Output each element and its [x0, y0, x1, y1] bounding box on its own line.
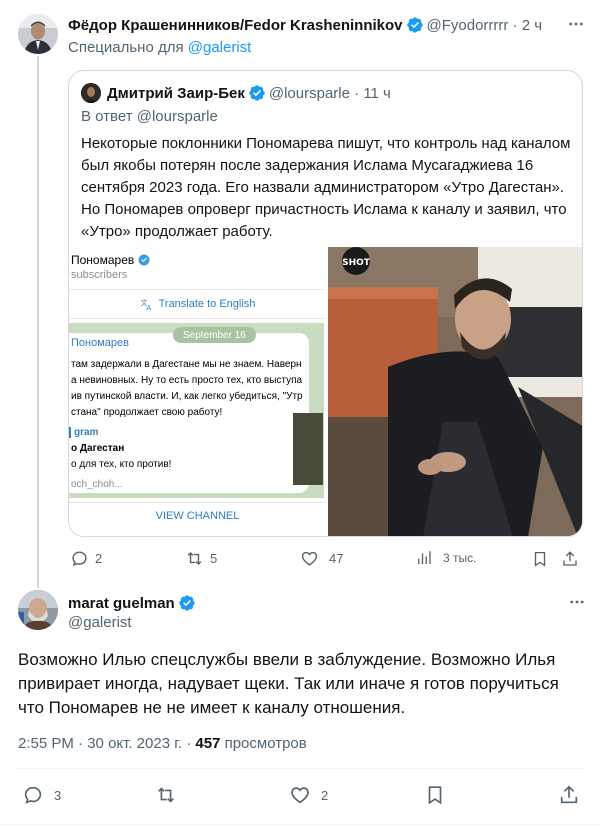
exclusive-prefix: Специально для [68, 39, 188, 56]
reply-actions: 3 2 [0, 782, 600, 808]
photo-watermark: SHOT [342, 258, 371, 268]
reply-prefix: В ответ [81, 108, 137, 125]
tg-line-3: ив путинской власти. И, как легко убедит… [71, 391, 303, 402]
like-count: 2 [321, 787, 329, 803]
bottom-divider [0, 824, 600, 825]
reply-target[interactable]: @loursparle [137, 108, 218, 125]
reply-button[interactable]: 3 [22, 784, 61, 806]
share-icon [561, 550, 579, 568]
tg-message: Пономарев там задержали в Дагестане мы н… [69, 333, 309, 493]
reply-icon [22, 784, 44, 806]
reply-author-handle[interactable]: @galerist [68, 614, 132, 631]
svg-text:A: A [146, 304, 151, 311]
reply-icon [70, 549, 89, 568]
quote-header: Дмитрий Заир-Бек @loursparle · 11 ч [81, 83, 391, 103]
verified-badge-icon [406, 16, 424, 34]
repost-icon [155, 784, 177, 806]
exclusive-target-link[interactable]: @galerist [188, 39, 252, 56]
tg-forward-title: о Дагестан [71, 443, 125, 454]
share-icon [558, 784, 580, 806]
header-dot: · [508, 16, 522, 34]
avatar-fedor[interactable] [18, 14, 58, 54]
tg-channel-title: Пономарев [71, 253, 150, 267]
reply-views-count: 457 [195, 735, 221, 752]
reply-time[interactable]: 2:55 PM [18, 735, 74, 752]
tg-date-chip: September 16 [173, 327, 256, 343]
exclusive-label: Специально для @galerist [68, 39, 251, 56]
quote-avatar[interactable] [81, 83, 101, 103]
detention-photo[interactable]: SHOT [328, 247, 582, 536]
verified-badge-icon [178, 594, 196, 612]
more-icon[interactable] [566, 14, 586, 34]
quote-handle[interactable]: @loursparle [269, 85, 350, 102]
share-button[interactable] [558, 784, 580, 806]
quote-time[interactable]: 11 ч [363, 85, 391, 102]
views-chart-icon [415, 549, 433, 567]
meta-dot: · [186, 735, 196, 752]
tg-line-2: а невиновных. Ну то есть просто тех, кто… [71, 375, 303, 386]
tg-verified-icon [138, 254, 150, 266]
author-handle[interactable]: @Fyodorrrrr [427, 17, 509, 34]
reply-author: marat guelman [68, 594, 199, 612]
reply-author-name[interactable]: marat guelman [68, 595, 175, 612]
reply-count: 2 [95, 551, 103, 566]
repost-button[interactable] [155, 784, 177, 806]
author-name[interactable]: Фёдор Крашенинников/Fedor Krasheninnikov [68, 17, 403, 34]
tg-forward-thumbnail [293, 413, 323, 485]
reply-count: 3 [54, 787, 62, 803]
repost-button[interactable]: 5 [185, 549, 217, 568]
tg-translate-button[interactable]: 文A Translate to English [69, 289, 324, 319]
bookmark-button[interactable] [424, 784, 446, 806]
tg-forward-label: gram [69, 427, 98, 438]
quote-author-name[interactable]: Дмитрий Заир-Бек [107, 85, 245, 102]
quote-media[interactable]: Пономарев subscribers 文A Translate to En… [69, 247, 582, 536]
views-count: 3 тыс. [443, 551, 477, 565]
quote-text: Некоторые поклонники Пономарева пишут, ч… [81, 135, 571, 240]
tweet-time[interactable]: 2 ч [522, 17, 542, 34]
heart-icon [300, 549, 319, 568]
tg-forward-text: о для тех, кто против! [71, 459, 172, 470]
more-icon[interactable] [568, 593, 586, 611]
like-button[interactable]: 47 [300, 549, 343, 568]
tg-sender: Пономарев [71, 337, 129, 349]
quoted-tweet[interactable]: Дмитрий Заир-Бек @loursparle · 11 ч В от… [68, 70, 583, 537]
divider [18, 768, 582, 769]
bookmark-button[interactable] [531, 550, 549, 568]
quote-reply-label: В ответ @loursparle [81, 108, 218, 125]
reply-date[interactable]: 30 окт. 2023 г. [87, 735, 182, 752]
tg-line-4: стана" продолжает свою работу! [71, 407, 223, 418]
tg-translate-label: Translate to English [158, 298, 256, 310]
share-button[interactable] [561, 550, 579, 568]
avatar-marat[interactable] [18, 590, 58, 630]
like-button[interactable]: 2 [289, 784, 328, 806]
repost-count: 5 [210, 551, 218, 566]
telegram-screenshot[interactable]: Пономарев subscribers 文A Translate to En… [69, 247, 326, 536]
translate-icon: 文A [140, 297, 154, 311]
reply-meta: 2:55 PM · 30 окт. 2023 г. · 457 просмотр… [18, 735, 307, 752]
meta-dot: · [78, 735, 88, 752]
reply-views-label: просмотров [224, 735, 307, 752]
thread-line [37, 56, 39, 588]
quote-header-dot: · [349, 84, 364, 102]
tg-channel-title-text: Пономарев [71, 253, 135, 267]
like-count: 47 [329, 551, 344, 566]
reply-button[interactable]: 2 [70, 549, 102, 568]
views-button[interactable]: 3 тыс. [415, 549, 476, 567]
tg-chat: Пономарев там задержали в Дагестане мы н… [69, 323, 324, 498]
reply-text: Возможно Илью спецслужбы ввели в заблужд… [18, 650, 559, 717]
tg-line-1: там задержали в Дагестане мы не знаем. Н… [71, 359, 302, 370]
bookmark-icon [531, 550, 549, 568]
tg-forward-link: och_choh... [71, 479, 123, 490]
verified-badge-icon [248, 84, 266, 102]
repost-icon [185, 549, 204, 568]
parent-tweet-header: Фёдор Крашенинников/Fedor Krasheninnikov… [68, 15, 586, 35]
tg-subscribers: subscribers [71, 269, 128, 281]
bookmark-icon [424, 784, 446, 806]
heart-icon [289, 784, 311, 806]
tg-view-channel-button[interactable]: VIEW CHANNEL [69, 502, 324, 528]
parent-tweet[interactable]: Фёдор Крашенинников/Fedor Krasheninnikov… [0, 0, 600, 588]
